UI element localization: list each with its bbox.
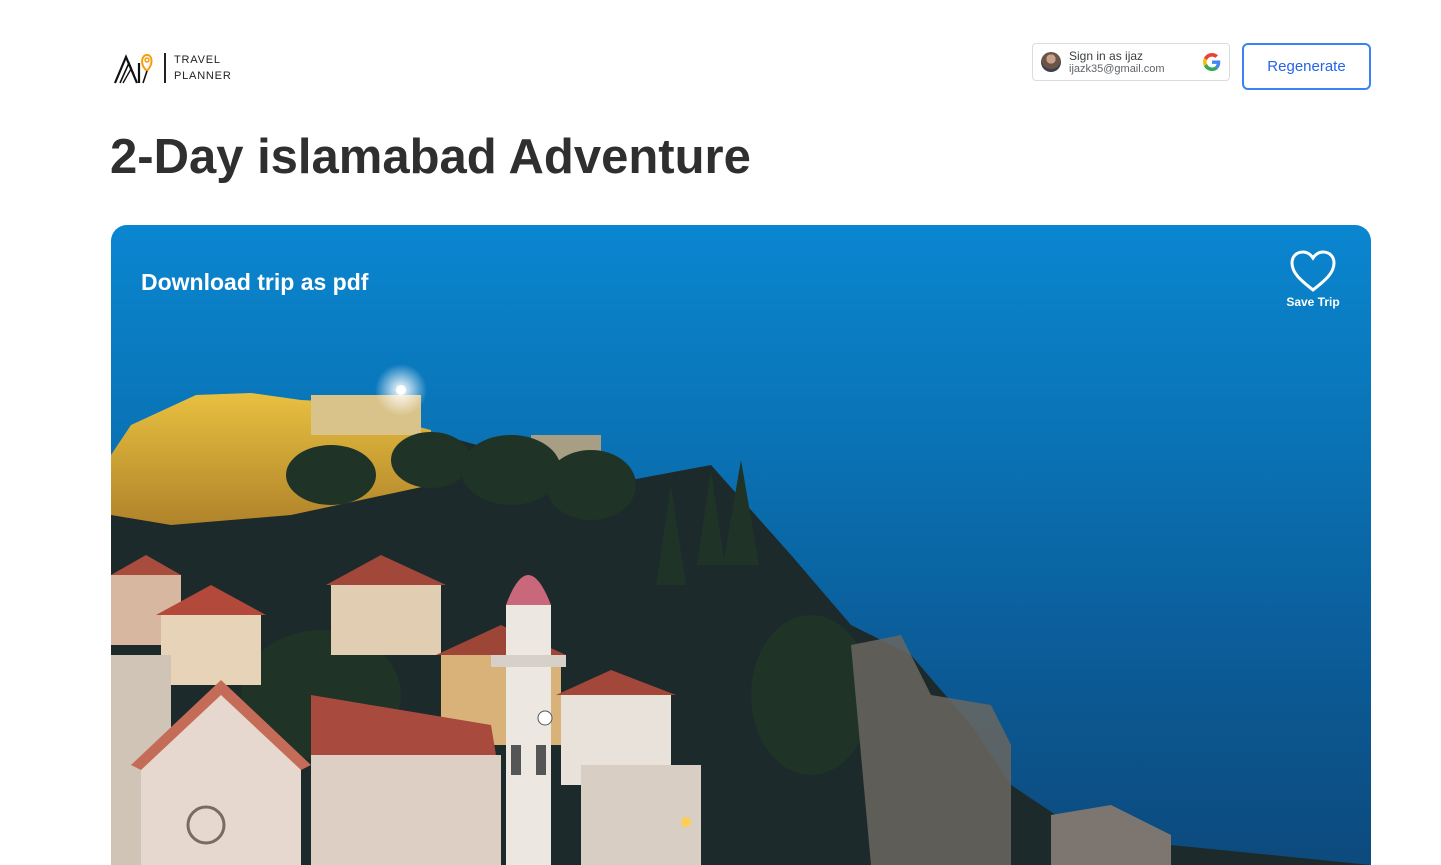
trip-hero-image: Download trip as pdf Save Trip — [111, 225, 1371, 865]
app-logo[interactable]: TRAVEL PLANNER — [112, 48, 242, 88]
save-trip-label: Save Trip — [1286, 295, 1340, 309]
logo-divider — [164, 53, 166, 83]
brand-line-1: TRAVEL — [174, 54, 221, 66]
heart-icon — [1290, 250, 1336, 292]
google-icon — [1203, 53, 1221, 71]
brand-line-2: PLANNER — [174, 70, 232, 82]
avatar — [1041, 52, 1061, 72]
signin-name: Sign in as ijaz — [1069, 48, 1144, 63]
regenerate-button[interactable]: Regenerate — [1242, 43, 1371, 90]
hero-scene-illustration — [111, 364, 1371, 865]
signin-text: Sign in as ijaz ijazk35@gmail.com — [1069, 49, 1203, 76]
save-trip-button[interactable]: Save Trip — [1285, 249, 1341, 309]
signin-email: ijazk35@gmail.com — [1069, 62, 1165, 75]
ai-pin-logo-icon — [113, 53, 153, 84]
google-signin-button[interactable]: Sign in as ijaz ijazk35@gmail.com — [1032, 43, 1230, 81]
download-pdf-link[interactable]: Download trip as pdf — [141, 269, 368, 296]
page-title: 2-Day islamabad Adventure — [110, 130, 751, 184]
brand-name: TRAVEL PLANNER — [174, 52, 232, 84]
